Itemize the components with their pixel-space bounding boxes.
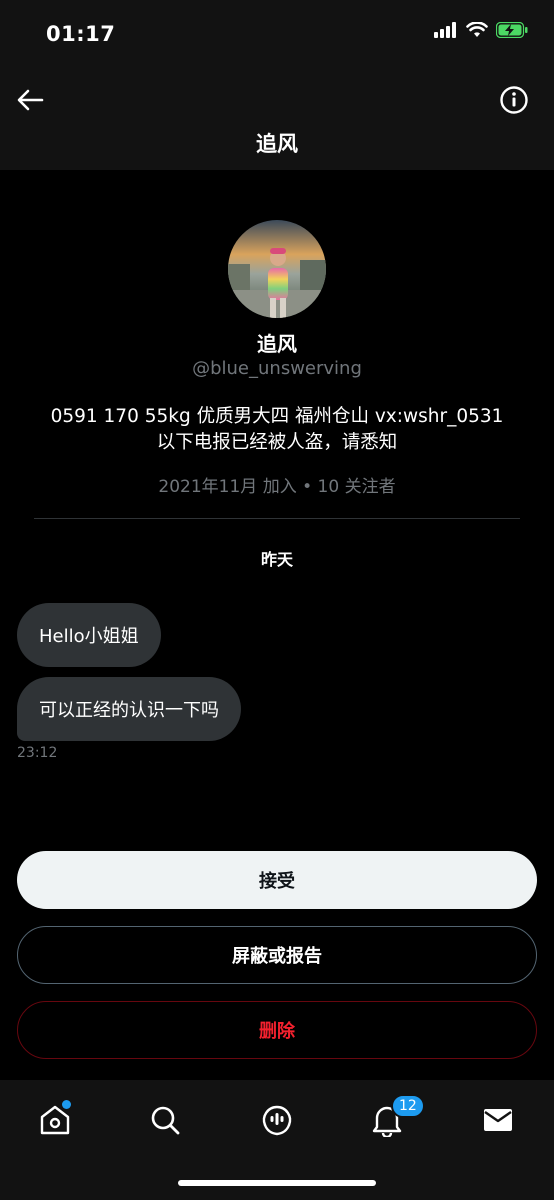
- status-bar: 01:17: [0, 0, 554, 70]
- message-bubble[interactable]: Hello小姐姐: [17, 603, 161, 667]
- messages-icon: [484, 1109, 512, 1131]
- battery-charging-icon: [495, 21, 528, 42]
- status-time: 01:17: [46, 22, 116, 46]
- conversation-header: 追风: [0, 70, 554, 170]
- home-indicator: [178, 1180, 376, 1186]
- profile-name: 追风: [257, 332, 297, 356]
- signal-icon: [434, 22, 458, 42]
- home-unread-dot: [62, 1100, 71, 1109]
- accept-button[interactable]: 接受: [17, 851, 537, 909]
- profile-handle: @blue_unswerving: [192, 358, 362, 379]
- profile-bio-line: 以下电报已经被人盗，请悉知: [156, 432, 398, 453]
- tab-search[interactable]: [143, 1098, 187, 1142]
- block-or-report-button[interactable]: 屏蔽或报告: [17, 926, 537, 984]
- message-bubble[interactable]: 可以正经的认识一下吗: [17, 677, 241, 741]
- back-arrow-icon: [17, 89, 44, 111]
- status-icons: [434, 21, 528, 42]
- notifications-badge: 12: [391, 1094, 425, 1118]
- profile-bio: 0591 170 55kg 优质男大四 福州仓山 vx:wshr_0531 以下…: [20, 404, 534, 456]
- tab-home[interactable]: [33, 1098, 77, 1142]
- header-title: 追风: [256, 132, 298, 156]
- tab-messages[interactable]: [476, 1098, 520, 1142]
- info-button[interactable]: [496, 82, 532, 118]
- tab-spaces[interactable]: [255, 1098, 299, 1142]
- wifi-icon: [466, 21, 488, 42]
- avatar[interactable]: [228, 220, 326, 318]
- info-icon: [500, 86, 528, 114]
- back-button[interactable]: [12, 82, 48, 118]
- tab-notifications[interactable]: 12: [365, 1094, 425, 1142]
- divider: [34, 518, 520, 519]
- profile-bio-line: 0591 170 55kg 优质男大四 福州仓山 vx:wshr_0531: [50, 406, 504, 427]
- profile-meta: 2021年11月 加入 • 10 关注者: [158, 477, 396, 497]
- delete-button[interactable]: 删除: [17, 1001, 537, 1059]
- date-separator: 昨天: [260, 550, 293, 569]
- spaces-icon: [262, 1105, 292, 1136]
- search-icon: [151, 1106, 180, 1135]
- message-timestamp: 23:12: [17, 745, 58, 761]
